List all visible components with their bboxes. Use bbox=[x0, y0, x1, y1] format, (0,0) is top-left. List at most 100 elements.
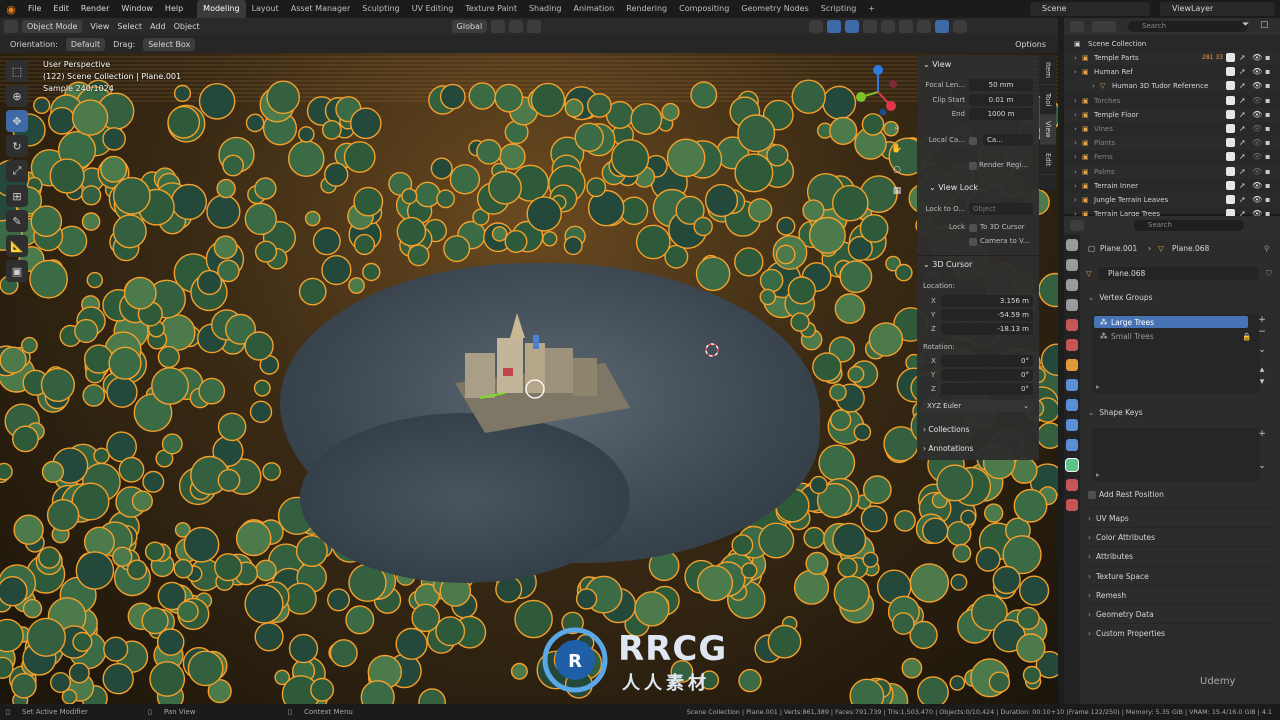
rotation-y-field[interactable]: 0° bbox=[941, 369, 1033, 381]
expand-arrow-icon[interactable]: › bbox=[1074, 165, 1077, 179]
transform-orientation-selector[interactable]: Global bbox=[451, 20, 488, 33]
output-tab-icon[interactable] bbox=[1066, 279, 1078, 291]
scene-selector[interactable]: Scene bbox=[1030, 2, 1150, 16]
lock-icon[interactable]: 🔒 bbox=[1242, 332, 1251, 341]
tab-tool[interactable]: Tool bbox=[1040, 85, 1056, 115]
camera-icon[interactable]: ▪ bbox=[1265, 152, 1274, 161]
new-collection-icon[interactable]: ▢ bbox=[1260, 20, 1269, 30]
camera-icon[interactable]: ▪ bbox=[1265, 167, 1274, 176]
shading-rendered-icon[interactable] bbox=[935, 20, 950, 33]
outliner-row[interactable]: › ▣ Plants ➚ 👁 ▪ bbox=[1064, 136, 1280, 151]
select-arrow-icon[interactable]: ➚ bbox=[1239, 110, 1248, 119]
proportional-edit-icon[interactable] bbox=[527, 20, 542, 33]
expand-arrow-icon[interactable]: › bbox=[1074, 94, 1077, 108]
blender-logo-icon[interactable]: ◉ bbox=[0, 0, 22, 18]
move-down-icon[interactable]: ▾ bbox=[1256, 376, 1268, 388]
modifier-tab-icon[interactable] bbox=[1066, 379, 1078, 391]
shading-material-icon[interactable] bbox=[917, 20, 932, 33]
list-expand-icon[interactable]: ▸ bbox=[1096, 470, 1100, 479]
menu-render[interactable]: Render bbox=[75, 0, 115, 18]
mesh-name-field[interactable]: Plane.068 bbox=[1098, 267, 1258, 280]
constraints-tab-icon[interactable] bbox=[1066, 439, 1078, 451]
3d-cursor-section-header[interactable]: ⌄ 3D Cursor bbox=[923, 260, 972, 269]
tool-tab-icon[interactable] bbox=[1066, 239, 1078, 251]
eye-icon[interactable]: 👁 bbox=[1252, 195, 1262, 204]
mode-selector[interactable]: Object Mode bbox=[22, 20, 83, 33]
world-tab-icon[interactable] bbox=[1066, 339, 1078, 351]
expand-arrow-icon[interactable]: › bbox=[1074, 150, 1077, 164]
rotation-mode-dropdown[interactable]: XYZ Euler ⌄ bbox=[923, 400, 1033, 412]
eye-icon[interactable]: 👁 bbox=[1252, 181, 1262, 190]
section-uv-maps[interactable]: UV Maps bbox=[1088, 514, 1129, 523]
section-remesh[interactable]: Remesh bbox=[1088, 591, 1126, 600]
filter-icon[interactable]: ⏷ bbox=[1242, 20, 1249, 30]
transform-tool-icon[interactable]: ⊞ bbox=[6, 185, 28, 207]
camera-view-icon[interactable]: ⎔ bbox=[890, 164, 904, 178]
object-tab-icon[interactable] bbox=[1066, 359, 1078, 371]
add-workspace-button[interactable]: + bbox=[862, 0, 881, 18]
outliner-row[interactable]: › ▣ Jungle Terrain Leaves ➚ 👁 ▪ bbox=[1064, 193, 1280, 207]
temple-model[interactable] bbox=[445, 313, 635, 433]
lock-to-cursor-checkbox[interactable] bbox=[969, 224, 977, 232]
collections-section-header[interactable]: › Collections bbox=[923, 425, 969, 434]
expand-arrow-icon[interactable]: › bbox=[1074, 179, 1077, 193]
exclude-checkbox[interactable] bbox=[1226, 138, 1235, 148]
add-shape-key-button[interactable]: + bbox=[1256, 428, 1268, 440]
tab-uv-editing[interactable]: UV Editing bbox=[406, 0, 460, 18]
tab-shading[interactable]: Shading bbox=[523, 0, 568, 18]
view-lock-section-header[interactable]: ⌄ View Lock bbox=[929, 183, 978, 192]
list-expand-icon[interactable]: ▸ bbox=[1096, 382, 1100, 391]
select-arrow-icon[interactable]: ➚ bbox=[1239, 181, 1248, 190]
section-custom-properties[interactable]: Custom Properties bbox=[1088, 629, 1165, 638]
select-arrow-icon[interactable]: ➚ bbox=[1239, 53, 1248, 62]
vertex-group-row-selected[interactable]: ⁂ Large Trees bbox=[1094, 316, 1248, 328]
pause-render-icon[interactable] bbox=[953, 20, 968, 33]
eye-icon[interactable]: 👁 bbox=[1252, 67, 1262, 76]
exclude-checkbox[interactable] bbox=[1226, 124, 1235, 133]
camera-icon[interactable]: ▪ bbox=[1265, 96, 1274, 105]
select-arrow-icon[interactable]: ➚ bbox=[1239, 152, 1248, 161]
vertex-groups-list[interactable]: ⁂ Large Trees ⁂ Small Trees 🔒 ▸ bbox=[1092, 314, 1260, 394]
outliner-row[interactable]: › ▣ Temple Floor ➚ 👁 ▪ bbox=[1064, 107, 1280, 122]
focal-length-field[interactable]: 50 mm bbox=[969, 79, 1033, 91]
tab-scripting[interactable]: Scripting bbox=[815, 0, 863, 18]
camera-icon[interactable]: ▪ bbox=[1265, 124, 1274, 133]
outliner-row[interactable]: › ▣ Human Ref ➚ 👁 ▪ bbox=[1064, 65, 1280, 79]
cursor-x-field[interactable]: 3.156 m bbox=[941, 295, 1033, 307]
rotation-z-field[interactable]: 0° bbox=[941, 383, 1033, 395]
cursor-tool-icon[interactable]: ⊕ bbox=[6, 85, 28, 107]
expand-arrow-icon[interactable]: › bbox=[1074, 108, 1077, 122]
shading-wireframe-icon[interactable] bbox=[881, 20, 896, 33]
exclude-checkbox[interactable] bbox=[1226, 166, 1235, 176]
select-box-tool-icon[interactable]: ⬚ bbox=[6, 60, 28, 82]
exclude-checkbox[interactable] bbox=[1226, 152, 1235, 162]
select-arrow-icon[interactable]: ➚ bbox=[1239, 167, 1248, 176]
tab-sculpting[interactable]: Sculpting bbox=[356, 0, 405, 18]
tab-rendering[interactable]: Rendering bbox=[620, 0, 673, 18]
snap-icon[interactable] bbox=[509, 20, 524, 33]
cursor-y-field[interactable]: -54.59 m bbox=[941, 309, 1033, 321]
eye-icon[interactable]: 👁 bbox=[1252, 124, 1262, 133]
tab-layout[interactable]: Layout bbox=[246, 0, 285, 18]
camera-icon[interactable]: ▪ bbox=[1265, 195, 1274, 204]
shading-solid-icon[interactable] bbox=[899, 20, 914, 33]
scale-tool-icon[interactable]: ⤢ bbox=[6, 160, 28, 182]
view-layer-selector[interactable]: ViewLayer bbox=[1160, 2, 1275, 16]
editor-type-icon[interactable] bbox=[1070, 21, 1084, 32]
add-cube-tool-icon[interactable]: ▣ bbox=[6, 260, 28, 282]
camera-icon[interactable]: ▪ bbox=[1265, 110, 1274, 119]
add-vertex-group-button[interactable]: + bbox=[1256, 314, 1268, 326]
eye-icon[interactable]: 👁 bbox=[1252, 53, 1262, 62]
menu-help[interactable]: Help bbox=[159, 0, 189, 18]
exclude-checkbox[interactable] bbox=[1226, 109, 1235, 119]
eye-icon[interactable]: 👁 bbox=[1252, 110, 1262, 119]
menu-edit[interactable]: Edit bbox=[47, 0, 75, 18]
fake-user-shield-icon[interactable]: ⛉ bbox=[1266, 269, 1272, 279]
view-section-header[interactable]: ⌄ View bbox=[923, 60, 951, 69]
eye-icon[interactable]: 👁 bbox=[1252, 167, 1262, 176]
exclude-checkbox[interactable] bbox=[1226, 180, 1235, 190]
viewport-menu-add[interactable]: Add bbox=[146, 22, 170, 31]
rotation-x-field[interactable]: 0° bbox=[941, 355, 1033, 367]
camera-to-view-checkbox[interactable] bbox=[969, 238, 977, 246]
menu-window[interactable]: Window bbox=[115, 0, 159, 18]
